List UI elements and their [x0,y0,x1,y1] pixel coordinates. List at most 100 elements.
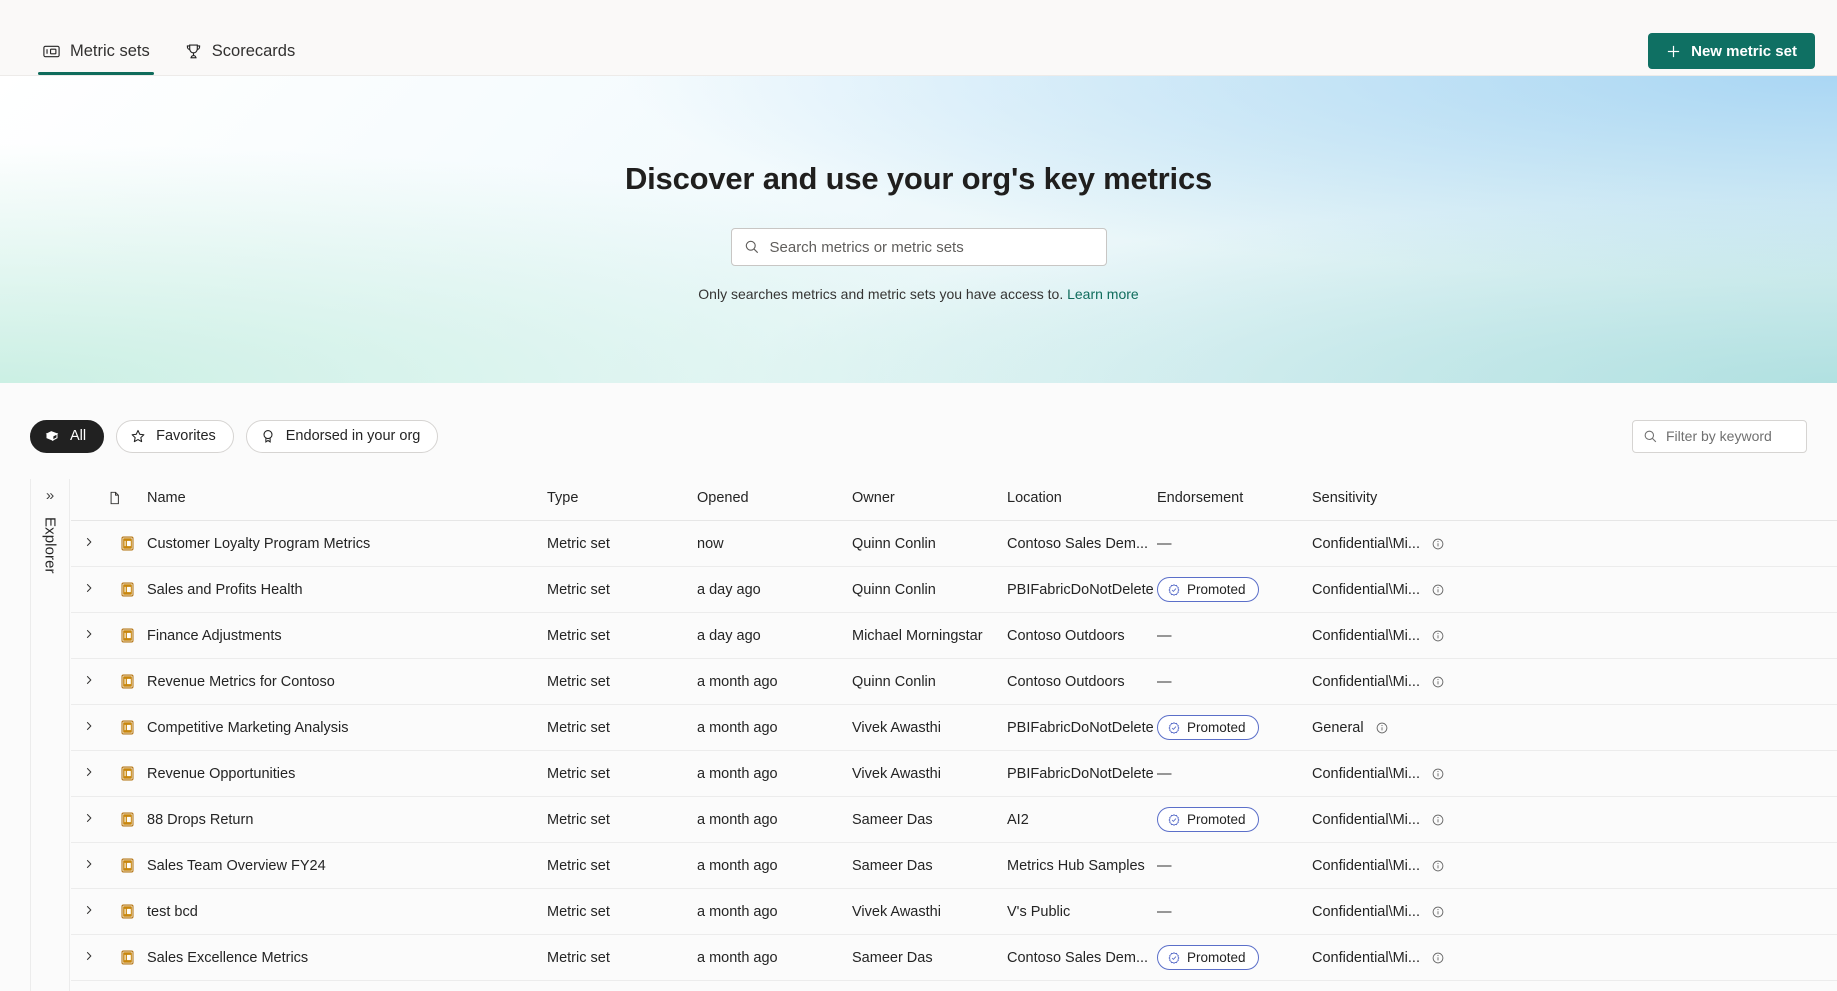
info-icon[interactable] [1431,905,1445,919]
metric-set-link[interactable]: test bcd [147,904,198,920]
table-row[interactable]: Sales and Profits Health Metric set a day … [71,566,1837,614]
cell-name[interactable]: Competitive Marketing Analysis [147,704,547,752]
row-expand-cell[interactable] [71,520,107,568]
metric-set-link[interactable]: Sales and Profits Health [147,582,303,598]
cell-name[interactable]: Customer Loyalty Program Metrics [147,520,547,568]
row-expand-cell[interactable] [71,750,107,798]
explorer-rail[interactable]: » Explorer [30,479,70,991]
info-icon[interactable] [1431,629,1445,643]
info-icon[interactable] [1431,675,1445,689]
cell-owner: Sameer Das [852,934,1007,982]
learn-more-link[interactable]: Learn more [1067,286,1139,302]
cell-name[interactable]: Finance Adjustments [147,612,547,660]
table-row[interactable]: Sales Team Overview FY24 Metric set a mont… [71,842,1837,890]
status-badge-promoted[interactable]: Promoted [1157,715,1259,741]
chevron-right-icon[interactable] [83,812,95,824]
row-expand-cell[interactable] [71,842,107,890]
cell-name[interactable]: Sales Excellence Metrics [147,934,547,982]
table-row[interactable]: Revenue Metrics for Contoso Metric set a m… [71,658,1837,706]
chevron-right-icon[interactable] [83,628,95,640]
header-endorsement[interactable]: Endorsement [1157,479,1312,522]
keyword-filter-input[interactable] [1666,428,1837,444]
row-expand-cell[interactable] [71,888,107,936]
metric-set-icon [119,673,136,690]
chevron-right-icon[interactable] [83,536,95,548]
cell-sensitivity: Confidential\Mi... [1312,612,1837,660]
cell-sensitivity: Confidential\Mi... [1312,520,1837,568]
filter-pill-endorsed[interactable]: Endorsed in your org [245,419,439,453]
header-opened[interactable]: Opened [697,479,852,522]
table-row[interactable]: Sales Excellence Metrics Metric set a mont… [71,934,1837,982]
cell-sensitivity: Confidential\Mi... [1312,750,1837,798]
endorsement-none: — [1157,627,1172,644]
chevron-right-icon[interactable] [83,858,95,870]
table-row[interactable]: Revenue Opportunities Metric set a month a… [71,750,1837,798]
chevron-right-icon[interactable] [83,674,95,686]
row-expand-cell[interactable] [71,566,107,614]
chevron-right-icon[interactable] [83,904,95,916]
table-row[interactable]: Customer Loyalty Program Metrics Metric s… [71,520,1837,568]
explorer-label: Explorer [41,517,59,574]
info-icon[interactable] [1375,721,1389,735]
cell-name[interactable]: Revenue Opportunities [147,750,547,798]
cell-name[interactable]: 88 Drops Return [147,796,547,844]
info-icon[interactable] [1431,767,1445,781]
cell-name[interactable]: test bcd [147,888,547,936]
cell-name[interactable]: Revenue Metrics for Contoso [147,658,547,706]
tab-label: Scorecards [211,42,296,61]
metric-set-link[interactable]: Sales Excellence Metrics [147,950,308,966]
table-row[interactable]: Competitive Marketing Analysis Metric set… [71,704,1837,752]
info-icon[interactable] [1431,583,1445,597]
row-expand-cell[interactable] [71,796,107,844]
cell-opened: a month ago [697,796,852,844]
header-name[interactable]: Name [147,479,547,522]
chevron-right-icon[interactable] [83,950,95,962]
row-expand-cell[interactable] [71,704,107,752]
tab-metric-sets[interactable]: Metric sets [28,33,164,75]
row-icon-cell [107,612,147,660]
cell-owner: Michael Morningstar [852,612,1007,660]
status-badge-promoted[interactable]: Promoted [1157,807,1259,833]
filter-pill-favorites[interactable]: Favorites [116,419,234,453]
chevron-double-right-icon[interactable]: » [46,488,54,503]
metric-set-link[interactable]: Revenue Opportunities [147,766,295,782]
info-icon[interactable] [1431,813,1445,827]
metric-set-link[interactable]: Competitive Marketing Analysis [147,720,348,736]
keyword-filter-box[interactable] [1632,419,1837,453]
sensitivity-label: Confidential\Mi... [1312,581,1420,598]
metric-set-link[interactable]: Finance Adjustments [147,628,282,644]
cell-location: AI2 [1007,796,1157,844]
cell-name[interactable]: Sales Team Overview FY24 [147,842,547,890]
status-badge-promoted[interactable]: Promoted [1157,577,1259,603]
metric-set-link[interactable]: Customer Loyalty Program Metrics [147,536,370,552]
status-badge-promoted[interactable]: Promoted [1157,945,1259,971]
chevron-right-icon[interactable] [83,766,95,778]
chevron-right-icon[interactable] [83,582,95,594]
row-expand-cell[interactable] [71,612,107,660]
hero-search-box[interactable] [730,228,1107,266]
hero-search-input[interactable] [769,238,1094,256]
header-location[interactable]: Location [1007,479,1157,522]
table-row[interactable]: Finance Adjustments Metric set a day ago Mi… [71,612,1837,660]
info-icon[interactable] [1431,859,1445,873]
new-metric-set-button[interactable]: New metric set [1648,33,1815,69]
table-row[interactable]: test bcd Metric set a month ago Vivek Awast… [71,888,1837,936]
cell-endorsement: — [1157,520,1312,568]
row-expand-cell[interactable] [71,658,107,706]
info-icon[interactable] [1431,951,1445,965]
info-icon[interactable] [1431,537,1445,551]
row-expand-cell[interactable] [71,934,107,982]
metric-set-link[interactable]: Sales Team Overview FY24 [147,858,326,874]
chevron-right-icon[interactable] [83,720,95,732]
filter-pill-all[interactable]: All [30,419,105,453]
metric-set-link[interactable]: Revenue Metrics for Contoso [147,674,335,690]
metric-set-link[interactable]: 88 Drops Return [147,812,253,828]
table-row[interactable]: 88 Drops Return Metric set a month ago Same… [71,796,1837,844]
header-owner[interactable]: Owner [852,479,1007,522]
header-sensitivity[interactable]: Sensitivity [1312,479,1837,522]
cell-name[interactable]: Sales and Profits Health [147,566,547,614]
tab-scorecards[interactable]: Scorecards [170,33,309,75]
row-icon-cell [107,658,147,706]
hero-note-text: Only searches metrics and metric sets yo… [698,286,1064,302]
header-type[interactable]: Type [547,479,697,522]
